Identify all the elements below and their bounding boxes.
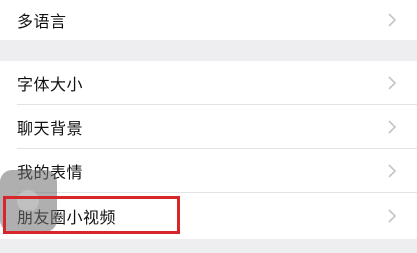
section-gap — [0, 239, 417, 253]
chevron-right-icon — [388, 209, 397, 223]
settings-group-1: 多语言 — [0, 0, 417, 40]
chevron-right-icon — [388, 164, 397, 178]
section-gap — [0, 40, 417, 61]
settings-item-label: 字体大小 — [17, 75, 84, 94]
settings-item-language[interactable]: 多语言 — [0, 0, 417, 40]
chevron-right-icon — [388, 13, 397, 27]
settings-item-chat-background[interactable]: 聊天背景 — [0, 105, 417, 149]
settings-item-label: 聊天背景 — [17, 119, 84, 138]
highlight-box — [3, 196, 180, 234]
chevron-right-icon — [388, 76, 397, 90]
settings-item-font-size[interactable]: 字体大小 — [0, 61, 417, 105]
chevron-right-icon — [388, 120, 397, 134]
settings-item-label: 多语言 — [17, 12, 67, 31]
settings-item-my-stickers[interactable]: 我的表情 — [0, 149, 417, 193]
